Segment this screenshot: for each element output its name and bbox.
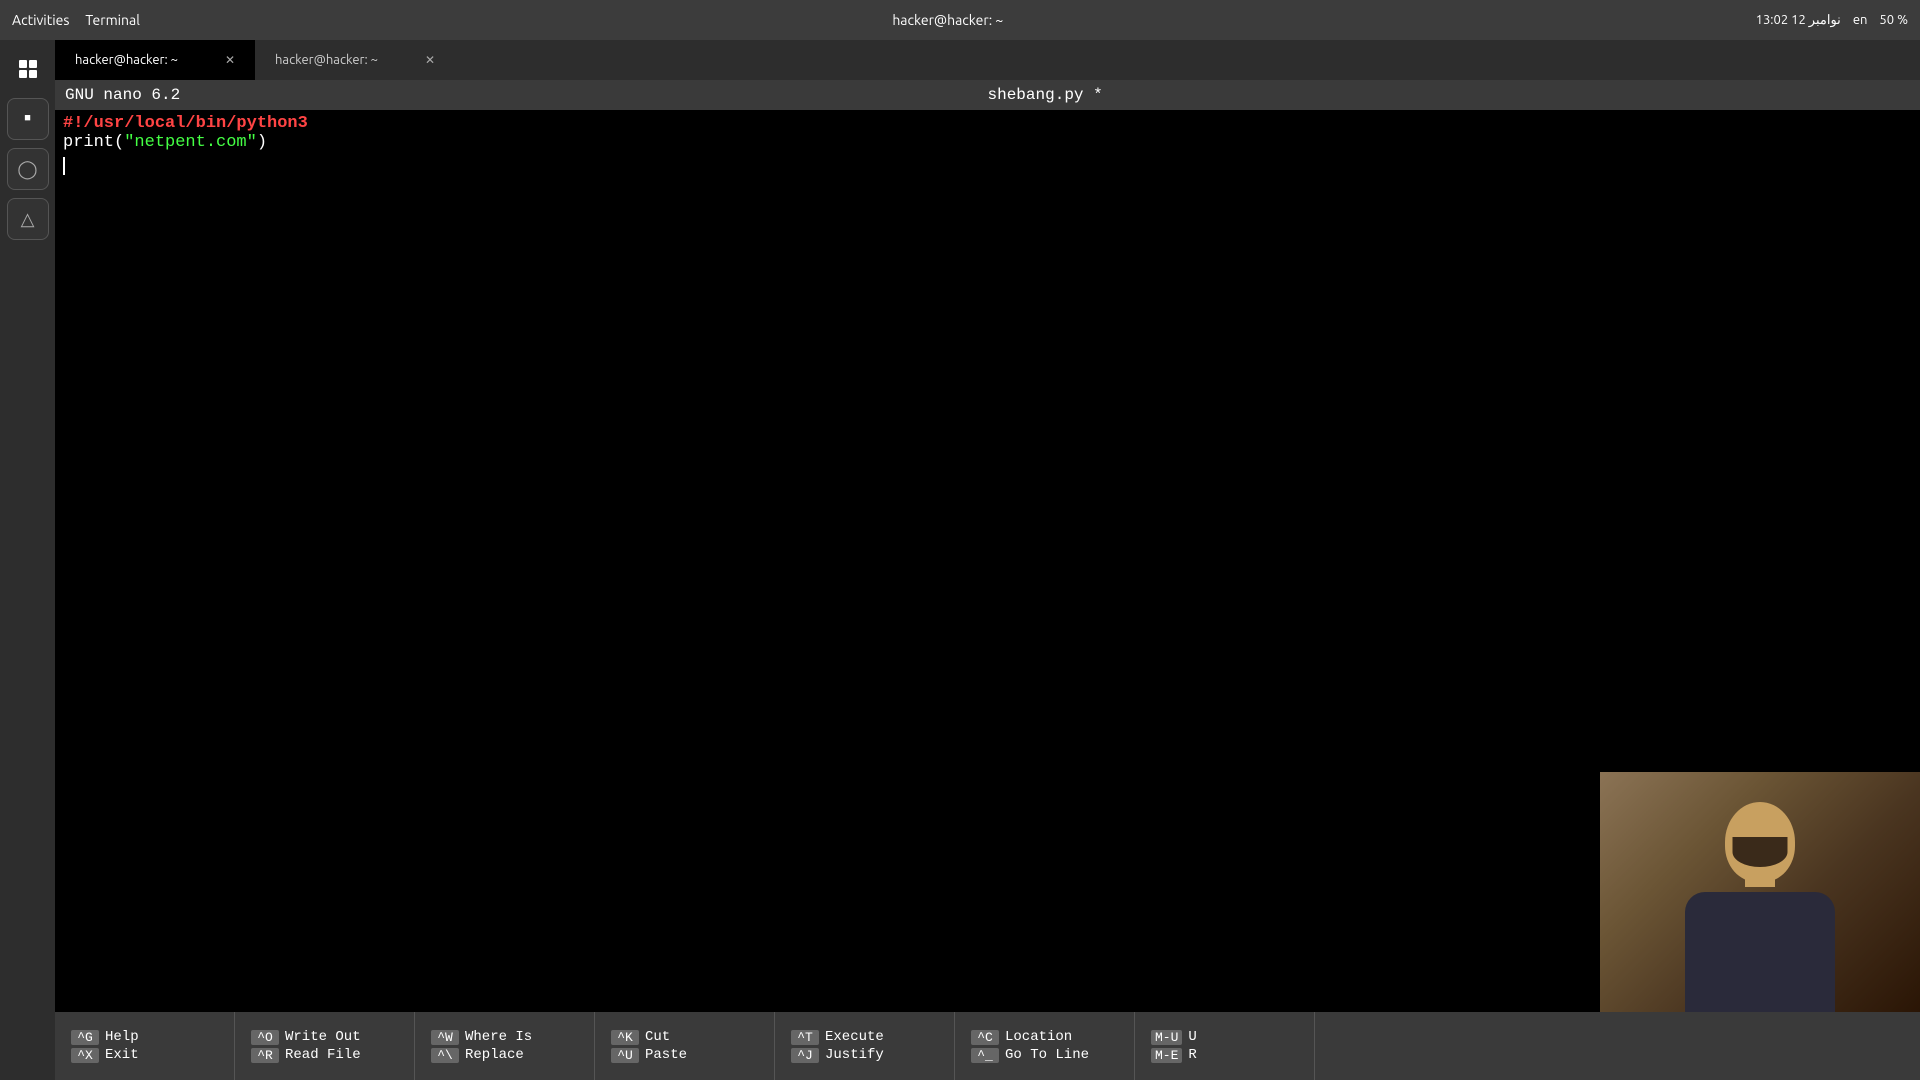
system-bar-right: 13:02 12 نوامبر en 50 % [1756, 13, 1908, 28]
dock-apps-grid[interactable] [7, 48, 49, 90]
text-cursor [63, 157, 65, 175]
shortcuts-bar: ^G Help ^X Exit ^O Write Out ^R Read Fil… [55, 1012, 1920, 1080]
shortcut-label-go-to-line: Go To Line [1005, 1047, 1089, 1063]
shortcut-key-execute: ^T [791, 1030, 819, 1045]
shortcut-group-2: ^W Where Is ^\ Replace [415, 1012, 595, 1080]
nano-title-bar: GNU nano 6.2 shebang.py * [55, 80, 1920, 110]
shortcut-key-read-file: ^R [251, 1048, 279, 1063]
tab-2[interactable]: hacker@hacker: ~ ✕ [255, 40, 455, 80]
shortcut-group-5: ^C Location ^_ Go To Line [955, 1012, 1135, 1080]
shortcut-where-is[interactable]: ^W Where Is [431, 1029, 578, 1045]
shortcut-group-4: ^T Execute ^J Justify [775, 1012, 955, 1080]
tabs-bar: hacker@hacker: ~ ✕ hacker@hacker: ~ ✕ [55, 40, 1920, 80]
language-indicator: en [1853, 13, 1868, 27]
shortcut-key-exit: ^X [71, 1048, 99, 1063]
line-2-string: "netpent.com" [124, 133, 257, 152]
person-beard [1733, 837, 1788, 867]
shortcut-key-replace: ^\ [431, 1048, 459, 1063]
shortcut-cut[interactable]: ^K Cut [611, 1029, 758, 1045]
system-bar-center: hacker@hacker: ~ [892, 12, 1003, 28]
shortcut-go-to-line[interactable]: ^_ Go To Line [971, 1047, 1118, 1063]
tab-1[interactable]: hacker@hacker: ~ ✕ [55, 40, 255, 80]
shortcut-replace[interactable]: ^\ Replace [431, 1047, 578, 1063]
dock-icon-2-symbol: ◯ [17, 159, 37, 180]
shortcut-label-redo: R [1188, 1047, 1196, 1063]
time-display: 13:02 12 نوامبر [1756, 13, 1841, 28]
shortcut-redo[interactable]: M-E R [1151, 1047, 1298, 1063]
shortcut-label-undo: U [1188, 1029, 1196, 1045]
tab-2-close[interactable]: ✕ [425, 53, 435, 67]
shortcut-key-justify: ^J [791, 1048, 819, 1063]
shortcut-label-execute: Execute [825, 1029, 884, 1045]
shortcut-key-location: ^C [971, 1030, 999, 1045]
tab-1-label: hacker@hacker: ~ [75, 53, 178, 67]
line-2-prefix: print( [63, 133, 124, 152]
dock-icon-3-symbol: △ [21, 209, 35, 230]
shortcut-label-exit: Exit [105, 1047, 139, 1063]
shortcut-label-read-file: Read File [285, 1047, 361, 1063]
shortcut-label-replace: Replace [465, 1047, 524, 1063]
dock-icon-2[interactable]: ◯ [7, 148, 49, 190]
shortcut-undo[interactable]: M-U U [1151, 1029, 1298, 1045]
nano-filename: shebang.py * [988, 86, 1103, 104]
window-title: hacker@hacker: ~ [892, 12, 1003, 28]
shortcut-execute[interactable]: ^T Execute [791, 1029, 938, 1045]
shortcut-write-out[interactable]: ^O Write Out [251, 1029, 398, 1045]
shortcut-location[interactable]: ^C Location [971, 1029, 1118, 1045]
dock-terminal-icon[interactable]: ■ [7, 98, 49, 140]
shortcut-group-6: M-U U M-E R [1135, 1012, 1315, 1080]
person-body [1685, 892, 1835, 1012]
shortcut-label-paste: Paste [645, 1047, 687, 1063]
shortcut-key-redo: M-E [1151, 1048, 1182, 1063]
shortcut-key-where-is: ^W [431, 1030, 459, 1045]
system-bar-left: Activities Terminal [12, 12, 140, 28]
shortcut-exit[interactable]: ^X Exit [71, 1047, 218, 1063]
shortcut-label-cut: Cut [645, 1029, 670, 1045]
nano-version: GNU nano 6.2 [65, 86, 180, 104]
shortcut-label-write-out: Write Out [285, 1029, 361, 1045]
shortcut-label-where-is: Where Is [465, 1029, 532, 1045]
shortcut-group-0: ^G Help ^X Exit [55, 1012, 235, 1080]
shortcut-help[interactable]: ^G Help [71, 1029, 218, 1045]
shortcut-justify[interactable]: ^J Justify [791, 1047, 938, 1063]
webcam-overlay [1600, 772, 1920, 1012]
tab-1-close[interactable]: ✕ [225, 53, 235, 67]
shortcut-paste[interactable]: ^U Paste [611, 1047, 758, 1063]
terminal-label[interactable]: Terminal [85, 12, 140, 28]
shortcut-key-help: ^G [71, 1030, 99, 1045]
shortcut-key-paste: ^U [611, 1048, 639, 1063]
shortcut-label-help: Help [105, 1029, 139, 1045]
shortcut-key-write-out: ^O [251, 1030, 279, 1045]
battery-indicator: 50 % [1879, 13, 1908, 27]
shortcut-group-1: ^O Write Out ^R Read File [235, 1012, 415, 1080]
shortcut-key-go-to-line: ^_ [971, 1048, 999, 1063]
shortcut-key-cut: ^K [611, 1030, 639, 1045]
shortcut-read-file[interactable]: ^R Read File [251, 1047, 398, 1063]
shortcut-label-location: Location [1005, 1029, 1072, 1045]
line-2-print: print("netpent.com") [63, 133, 1912, 152]
dock-icon-3[interactable]: △ [7, 198, 49, 240]
tab-2-label: hacker@hacker: ~ [275, 53, 378, 67]
left-dock: ■ ◯ △ [0, 40, 55, 1080]
system-bar: Activities Terminal hacker@hacker: ~ 13:… [0, 0, 1920, 40]
shortcut-label-justify: Justify [825, 1047, 884, 1063]
person-head [1725, 802, 1795, 882]
line-1-shebang: #!/usr/local/bin/python3 [63, 114, 1912, 133]
cursor-line [63, 156, 1912, 175]
shortcut-key-undo: M-U [1151, 1030, 1182, 1045]
activities-label[interactable]: Activities [12, 12, 69, 28]
shortcut-group-3: ^K Cut ^U Paste [595, 1012, 775, 1080]
line-2-suffix: ) [257, 133, 267, 152]
dock-terminal-text: ■ [24, 113, 31, 125]
